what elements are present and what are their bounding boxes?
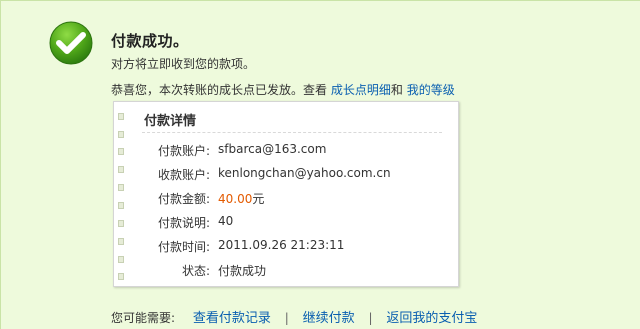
detail-row-time: 付款时间: 2011.09.26 21:23:11	[114, 238, 460, 256]
my-level-link[interactable]: 我的等级	[407, 83, 455, 97]
view-payment-records-link[interactable]: 查看付款记录	[193, 311, 271, 326]
detail-label: 付款时间:	[157, 240, 210, 254]
growth-notice: 恭喜您，本次转账的成长点已发放。查看 成长点明细和 我的等级	[111, 81, 455, 98]
amount-unit: 元	[252, 192, 265, 206]
amount-value: 40.00	[218, 192, 253, 206]
rail-dot	[118, 113, 124, 120]
detail-row-payee: 收款账户: kenlongchan@yahoo.com.cn	[114, 166, 460, 184]
link-separator: |	[368, 311, 373, 325]
payment-details-card: 付款详情 付款账户: sfbarca@163.com 收款账户: kenlong…	[113, 101, 459, 287]
return-to-alipay-link[interactable]: 返回我的支付宝	[386, 311, 477, 326]
detail-value: 40	[218, 214, 234, 228]
details-title: 付款详情	[144, 114, 197, 129]
detail-row-note: 付款说明: 40	[114, 214, 460, 232]
page-title: 付款成功。	[111, 32, 189, 50]
detail-value: sfbarca@163.com	[218, 142, 327, 156]
detail-label: 付款金额:	[157, 192, 210, 206]
detail-value: 付款成功	[218, 264, 267, 278]
link-separator: |	[284, 311, 289, 325]
growth-text: 恭喜您，本次转账的成长点已发放。查看	[111, 83, 328, 97]
details-divider	[142, 132, 442, 133]
growth-detail-link[interactable]: 成长点明细	[331, 83, 391, 97]
detail-row-amount: 付款金额: 40.00元	[114, 190, 460, 208]
detail-value: 2011.09.26 21:23:11	[218, 238, 345, 252]
detail-label: 收款账户:	[157, 168, 210, 182]
continue-payment-link[interactable]: 继续付款	[303, 311, 355, 326]
rail-dot	[118, 131, 124, 138]
detail-value: kenlongchan@yahoo.com.cn	[218, 166, 391, 180]
detail-label: 付款说明:	[157, 216, 210, 230]
detail-label: 状态:	[181, 264, 210, 278]
detail-row-status: 状态: 付款成功	[114, 262, 460, 280]
detail-value: 40.00元	[218, 190, 264, 207]
payment-success-page: 付款成功。 对方将立即收到您的款项。 恭喜您，本次转账的成长点已发放。查看 成长…	[0, 0, 640, 329]
success-message: 对方将立即收到您的款项。	[111, 57, 256, 71]
check-circle-icon	[49, 21, 93, 65]
growth-and-text: 和	[390, 83, 403, 97]
footer-links: 您可能需要: 查看付款记录 | 继续付款 | 返回我的支付宝	[111, 307, 477, 326]
detail-row-payer: 付款账户: sfbarca@163.com	[114, 142, 460, 160]
footer-prompt: 您可能需要:	[111, 311, 176, 325]
detail-label: 付款账户:	[157, 144, 210, 158]
